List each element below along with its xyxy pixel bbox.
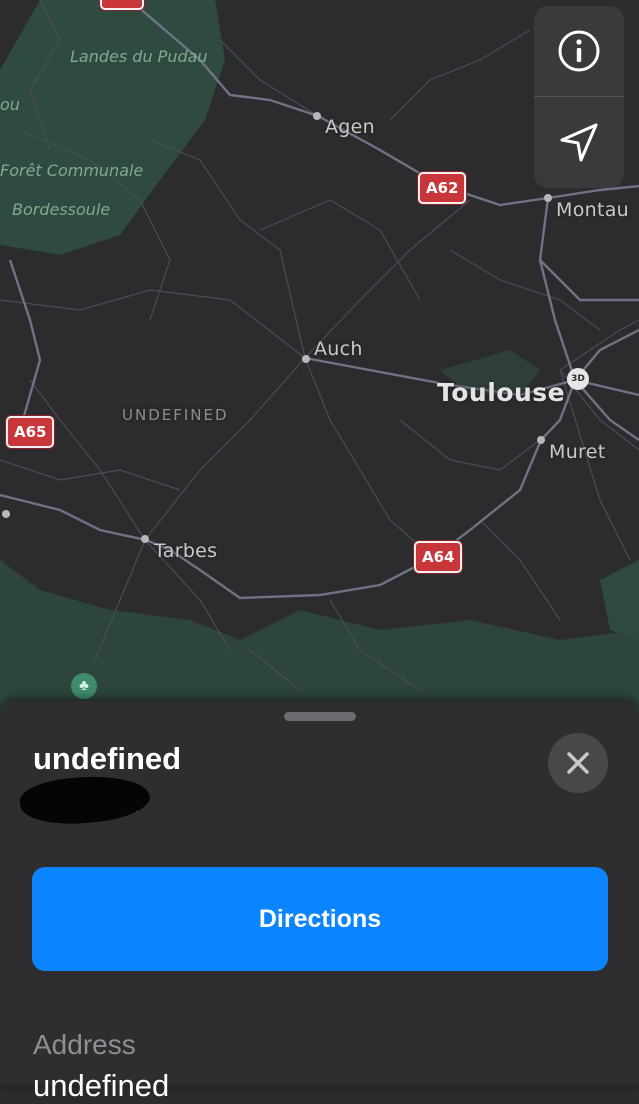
city-dot — [141, 535, 149, 543]
park-tree-icon[interactable]: ♣ — [71, 673, 97, 699]
forest-label: Forêt Communale — [0, 161, 144, 180]
region-label: UNDEFINED — [122, 406, 229, 424]
forest-label: ou — [0, 95, 20, 114]
place-title: undefined — [33, 741, 182, 776]
highway-shield-a62: A62 — [418, 172, 467, 204]
forest-label: Landes du Pudau — [70, 47, 208, 66]
highway-shield-a64: A64 — [414, 541, 463, 573]
city-label-montauban[interactable]: Montau — [556, 199, 629, 221]
sheet-grabber-handle[interactable] — [284, 712, 356, 721]
redaction-mark — [18, 771, 152, 829]
city-label-muret[interactable]: Muret — [549, 441, 605, 463]
address-label: Address — [33, 1029, 136, 1060]
city-dot — [537, 436, 545, 444]
city-label-tarbes[interactable]: Tarbes — [154, 540, 217, 562]
address-value[interactable]: undefined — [33, 1068, 169, 1104]
city-dot — [2, 510, 10, 518]
3d-landmark-badge[interactable]: 3D — [567, 368, 589, 390]
current-location-button[interactable] — [534, 98, 624, 188]
city-dot — [313, 112, 321, 120]
city-label-auch[interactable]: Auch — [314, 338, 363, 360]
city-dot — [302, 355, 310, 363]
highway-shield-a65: A65 — [6, 416, 55, 448]
close-button[interactable] — [548, 733, 608, 793]
city-label-agen[interactable]: Agen — [325, 116, 375, 138]
info-button[interactable] — [534, 6, 624, 96]
city-label-toulouse[interactable]: Toulouse — [437, 378, 565, 407]
forest-label: Bordessoule — [12, 200, 111, 219]
directions-button[interactable]: Directions — [32, 867, 608, 971]
highway-shield-partial — [100, 0, 144, 10]
city-dot — [544, 194, 552, 202]
info-circle-icon — [558, 30, 600, 72]
map-controls — [534, 6, 624, 188]
location-arrow-icon — [560, 123, 598, 162]
place-card-sheet[interactable]: undefined nl Directions Address undefine… — [0, 701, 639, 1103]
controls-divider — [534, 96, 624, 97]
close-icon — [567, 752, 589, 774]
